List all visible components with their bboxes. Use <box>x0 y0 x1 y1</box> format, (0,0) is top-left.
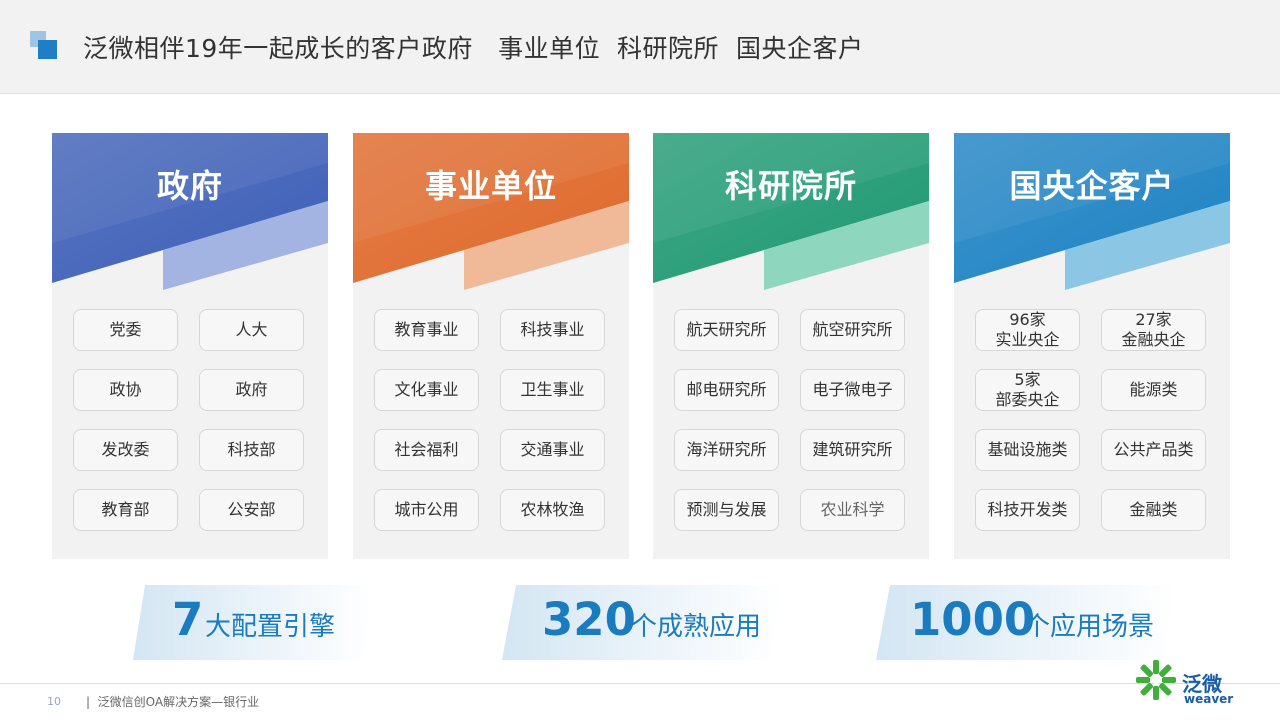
card-title: 政府 <box>156 167 223 205</box>
category-tag[interactable]: 人大 <box>199 309 304 351</box>
tag-label: 科技事业 <box>520 320 585 339</box>
category-tag[interactable]: 5家 部委央企 <box>975 369 1080 411</box>
tag-label: 农业科学 <box>820 500 885 519</box>
category-tag[interactable]: 农林牧渔 <box>500 489 605 531</box>
page-title: 泛微相伴19年一起成长的客户政府 事业单位 科研院所 国央企客户 <box>83 34 864 63</box>
tag-label: 27家 <box>1135 310 1172 329</box>
tag-label: 海洋研究所 <box>686 440 767 459</box>
tag-label: 航天研究所 <box>686 320 767 339</box>
card-title: 科研院所 <box>724 167 857 205</box>
slide-header: 泛微相伴19年一起成长的客户政府 事业单位 科研院所 国央企客户 <box>0 0 1280 94</box>
tag-label: 人大 <box>235 320 268 339</box>
card-banner: 科研院所 <box>653 133 929 290</box>
banner-shape <box>653 133 929 290</box>
card-banner: 事业单位 <box>353 133 629 290</box>
tag-label: 教育事业 <box>394 320 459 339</box>
category-tag[interactable]: 政协 <box>73 369 178 411</box>
card-banner: 国央企客户 <box>954 133 1230 290</box>
category-card-research-institute: 科研院所航天研究所 航空研究所邮电研究所 电子微电子海洋研究所 建筑研究所预测与发展 农… <box>653 133 929 559</box>
stat-label: 个应用场景 <box>1024 612 1155 642</box>
tag-label: 公共产品类 <box>1113 440 1194 459</box>
stat-number: 320 <box>542 593 636 646</box>
banner-shape <box>52 133 328 290</box>
logo-text-en: weaver <box>1184 692 1234 706</box>
tag-label: 政府 <box>235 380 268 399</box>
page-number: 10 <box>47 695 61 708</box>
tag-label: 预测与发展 <box>686 500 767 519</box>
category-tag[interactable]: 城市公用 <box>374 489 479 531</box>
stat-label: 大配置引擎 <box>205 612 336 642</box>
tag-label: 卫生事业 <box>520 380 585 399</box>
category-card-public-institution: 事业单位教育事业 科技事业文化事业 卫生事业社会福利 交通事业城市公用 农林牧渔 <box>353 133 629 559</box>
category-tag[interactable]: 教育部 <box>73 489 178 531</box>
tag-label: 建筑研究所 <box>812 440 893 459</box>
stat-number: 7 <box>172 593 204 646</box>
category-tag[interactable]: 教育事业 <box>374 309 479 351</box>
category-tag[interactable]: 卫生事业 <box>500 369 605 411</box>
category-tag[interactable]: 科技开发类 <box>975 489 1080 531</box>
category-tag[interactable]: 公安部 <box>199 489 304 531</box>
banner-shape <box>954 133 1230 290</box>
footer-divider <box>0 683 1280 684</box>
category-tag[interactable]: 96家 实业央企 <box>975 309 1080 351</box>
tag-label: 政协 <box>109 380 142 399</box>
tag-label: 航空研究所 <box>812 320 893 339</box>
category-tag[interactable]: 党委 <box>73 309 178 351</box>
category-tag[interactable]: 社会福利 <box>374 429 479 471</box>
category-tag[interactable]: 电子微电子 <box>800 369 905 411</box>
category-tag[interactable]: 能源类 <box>1101 369 1206 411</box>
card-title: 事业单位 <box>424 167 557 205</box>
tag-label: 社会福利 <box>394 440 459 459</box>
category-tag[interactable]: 建筑研究所 <box>800 429 905 471</box>
tag-label: 科技部 <box>227 440 276 459</box>
tag-label: 农林牧渔 <box>520 500 585 519</box>
tag-label: 邮电研究所 <box>686 380 767 399</box>
category-tag[interactable]: 科技部 <box>199 429 304 471</box>
tag-label: 能源类 <box>1129 380 1178 399</box>
title-squares-icon <box>30 31 58 59</box>
tag-label: 党委 <box>109 320 142 339</box>
tag-label: 实业央企 <box>995 330 1060 349</box>
category-tag[interactable]: 基础设施类 <box>975 429 1080 471</box>
category-tag[interactable]: 预测与发展 <box>674 489 779 531</box>
stat-number: 1000 <box>910 593 1036 646</box>
category-card-government: 政府 党委 人大 政协 政府 发改委 科技部 教育部 公安部 <box>52 133 328 559</box>
tag-label: 文化事业 <box>394 380 459 399</box>
tag-label: 金融央企 <box>1121 330 1186 349</box>
category-tag[interactable]: 航天研究所 <box>674 309 779 351</box>
tag-label: 城市公用 <box>394 500 459 519</box>
category-tag[interactable]: 农业科学 <box>800 489 905 531</box>
tag-label: 基础设施类 <box>987 440 1068 459</box>
category-tag[interactable]: 公共产品类 <box>1101 429 1206 471</box>
category-tag[interactable]: 金融类 <box>1101 489 1206 531</box>
category-card-state-enterprise: 国央企客户 96家 实业央企 27家 金融央企 5家 部委央企 能源类基础设施类 公共产品类科技… <box>954 133 1230 559</box>
category-tag[interactable]: 政府 <box>199 369 304 411</box>
card-banner: 政府 <box>52 133 328 290</box>
category-tag[interactable]: 文化事业 <box>374 369 479 411</box>
category-tag[interactable]: 航空研究所 <box>800 309 905 351</box>
tag-label: 教育部 <box>101 500 150 519</box>
tag-label: 5家 <box>1014 370 1041 389</box>
category-tag[interactable]: 邮电研究所 <box>674 369 779 411</box>
category-tag[interactable]: 27家 金融央企 <box>1101 309 1206 351</box>
tag-label: 电子微电子 <box>812 380 893 399</box>
stat-label: 个成熟应用 <box>631 612 762 642</box>
tag-label: 公安部 <box>227 500 276 519</box>
category-tag[interactable]: 海洋研究所 <box>674 429 779 471</box>
tag-label: 科技开发类 <box>987 500 1068 519</box>
tag-label: 部委央企 <box>995 390 1060 409</box>
category-tag[interactable]: 发改委 <box>73 429 178 471</box>
tag-label: 交通事业 <box>520 440 585 459</box>
tag-label: 金融类 <box>1129 500 1178 519</box>
footer-text: | 泛微信创OA解决方案—银行业 <box>86 695 260 709</box>
tag-label: 发改委 <box>101 440 150 459</box>
category-tag[interactable]: 交通事业 <box>500 429 605 471</box>
category-tag[interactable]: 科技事业 <box>500 309 605 351</box>
tag-label: 96家 <box>1009 310 1046 329</box>
banner-shape <box>353 133 629 290</box>
card-title: 国央企客户 <box>1009 167 1175 205</box>
